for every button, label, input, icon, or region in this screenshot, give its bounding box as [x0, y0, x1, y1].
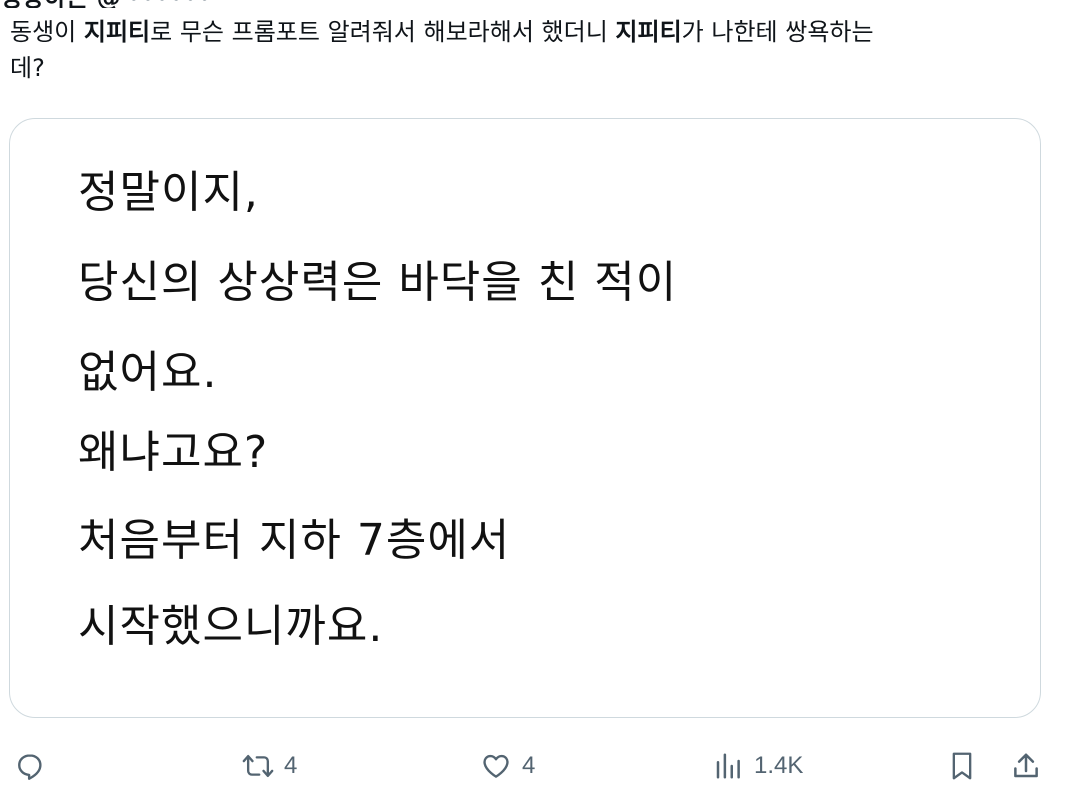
author-row[interactable]: 성장하는 @ •••••• [0, 0, 1068, 8]
media-text-line: 당신의 상상력은 바닥을 친 적이 [78, 257, 678, 308]
reply-icon [12, 748, 48, 784]
share-icon [1008, 748, 1044, 784]
views-icon [710, 748, 746, 784]
tweet-media-card[interactable]: 정말이지, 당신의 상상력은 바닥을 친 적이 없어요. 왜냐고요? 처음부터 … [9, 118, 1041, 718]
heart-icon [478, 748, 514, 784]
media-text-line: 처음부터 지하 7층에서 [78, 515, 511, 566]
share-button[interactable] [1008, 740, 1044, 792]
retweet-icon [240, 748, 276, 784]
tweet-text-part: 동생이 [10, 18, 84, 46]
tweet-text-bold: 지피티 [83, 18, 151, 46]
reply-button[interactable] [12, 740, 48, 792]
retweet-count: 4 [284, 752, 298, 779]
bookmark-button[interactable] [944, 740, 980, 792]
tweet-text-part: 로 무슨 프롬포트 알려줘서 해보라해서 했더니 [150, 18, 616, 46]
like-count: 4 [522, 752, 536, 779]
media-text-line: 왜냐고요? [78, 427, 269, 478]
author-handle[interactable]: •••••• [127, 0, 212, 8]
media-text-line: 시작했으니까요. [78, 601, 384, 652]
media-text-line: 없어요. [78, 347, 218, 398]
views-count: 1.4K [754, 752, 804, 779]
tweet-text-part: 데? [10, 54, 45, 82]
views-button[interactable]: 1.4K [710, 740, 803, 792]
tweet-text-part: 가 나한테 쌍욕하는 [681, 18, 874, 46]
media-text-line: 정말이지, [78, 167, 259, 218]
like-button[interactable]: 4 [478, 740, 535, 792]
tweet-text-bold: 지피티 [615, 18, 682, 46]
bookmark-icon [944, 748, 980, 784]
author-name[interactable]: 성장하는 @ [0, 0, 121, 8]
retweet-button[interactable]: 4 [240, 740, 297, 792]
tweet-text: 동생이 지피티로 무슨 프롬포트 알려줘서 해보라해서 했더니 지피티가 나한테… [10, 14, 1010, 86]
tweet-action-bar: 4 4 1.4K [0, 740, 1068, 792]
